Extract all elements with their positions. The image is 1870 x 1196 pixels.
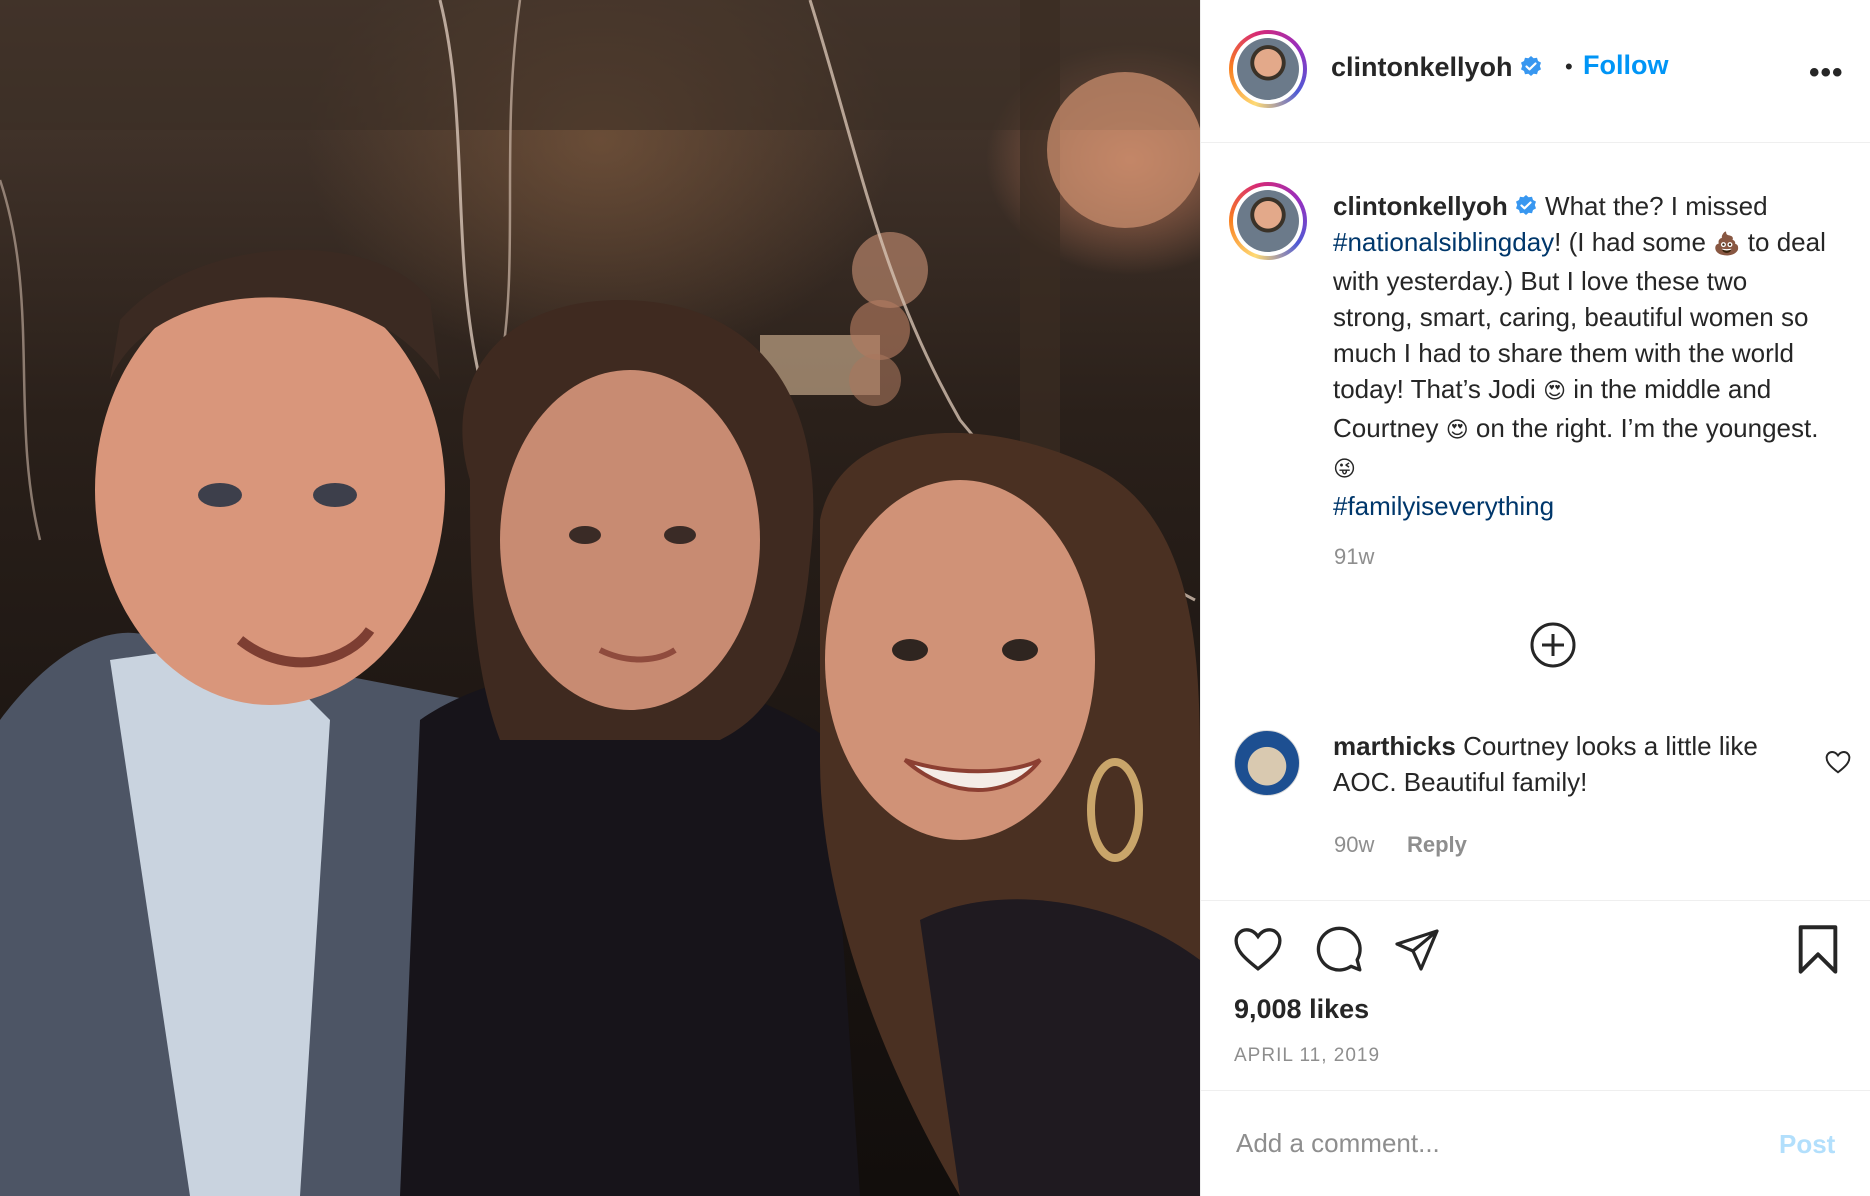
comment-username[interactable]: marthicks bbox=[1333, 731, 1456, 761]
add-comment-input[interactable] bbox=[1234, 1127, 1758, 1160]
post-date[interactable]: APRIL 11, 2019 bbox=[1234, 1045, 1380, 1067]
reply-button[interactable]: Reply bbox=[1407, 832, 1467, 858]
photo-illustration bbox=[0, 0, 1200, 1196]
comment-icon[interactable] bbox=[1313, 924, 1365, 974]
author-avatar[interactable] bbox=[1229, 30, 1307, 108]
header-username-text[interactable]: clintonkellyoh bbox=[1331, 52, 1513, 82]
header-username[interactable]: clintonkellyoh bbox=[1331, 52, 1543, 83]
caption-author-avatar[interactable] bbox=[1229, 182, 1307, 260]
caption-text-5: on the right. I’m the youngest. bbox=[1475, 413, 1819, 443]
likes-count[interactable]: 9,008 likes bbox=[1234, 994, 1369, 1025]
comments-divider bbox=[1201, 900, 1870, 901]
save-icon[interactable] bbox=[1796, 924, 1840, 976]
header-separator: • bbox=[1565, 54, 1573, 79]
hashtag-link[interactable]: #nationalsiblingday bbox=[1333, 227, 1554, 257]
follow-button[interactable]: Follow bbox=[1583, 50, 1668, 81]
poop-emoji: 💩 bbox=[1713, 232, 1741, 257]
caption-username[interactable]: clintonkellyoh bbox=[1333, 191, 1508, 221]
commenter-avatar[interactable] bbox=[1234, 730, 1300, 796]
winking-tongue-emoji: 😜 bbox=[1333, 457, 1356, 482]
caption-verified-badge-icon bbox=[1515, 195, 1536, 215]
caption-text-2: ! (I had some bbox=[1554, 227, 1706, 257]
post-side-panel: clintonkellyoh • Follow ••• clintonkelly… bbox=[1200, 0, 1870, 1196]
heart-eyes-emoji: 😍 bbox=[1543, 379, 1567, 404]
share-icon[interactable] bbox=[1391, 925, 1443, 973]
comment: marthicks Courtney looks a little like A… bbox=[1333, 728, 1803, 800]
verified-badge-icon bbox=[1520, 56, 1541, 76]
more-options-icon[interactable]: ••• bbox=[1809, 56, 1844, 90]
comment-time[interactable]: 90w bbox=[1334, 832, 1374, 858]
header-divider bbox=[1201, 142, 1870, 143]
comment-like-icon[interactable] bbox=[1825, 750, 1851, 774]
post-photo[interactable] bbox=[0, 0, 1200, 1196]
hashtag-link[interactable]: #familyiseverything bbox=[1333, 491, 1554, 521]
caption-text-1: What the? I missed bbox=[1545, 191, 1768, 221]
heart-eyes-emoji: 😍 bbox=[1445, 418, 1469, 443]
load-more-comments-icon[interactable] bbox=[1529, 621, 1577, 669]
post-comment-button[interactable]: Post bbox=[1779, 1129, 1835, 1160]
caption-time[interactable]: 91w bbox=[1334, 544, 1374, 570]
post-caption: clintonkellyoh What the? I missed #natio… bbox=[1333, 188, 1833, 524]
add-comment-divider bbox=[1201, 1090, 1870, 1091]
like-icon[interactable] bbox=[1233, 926, 1283, 972]
